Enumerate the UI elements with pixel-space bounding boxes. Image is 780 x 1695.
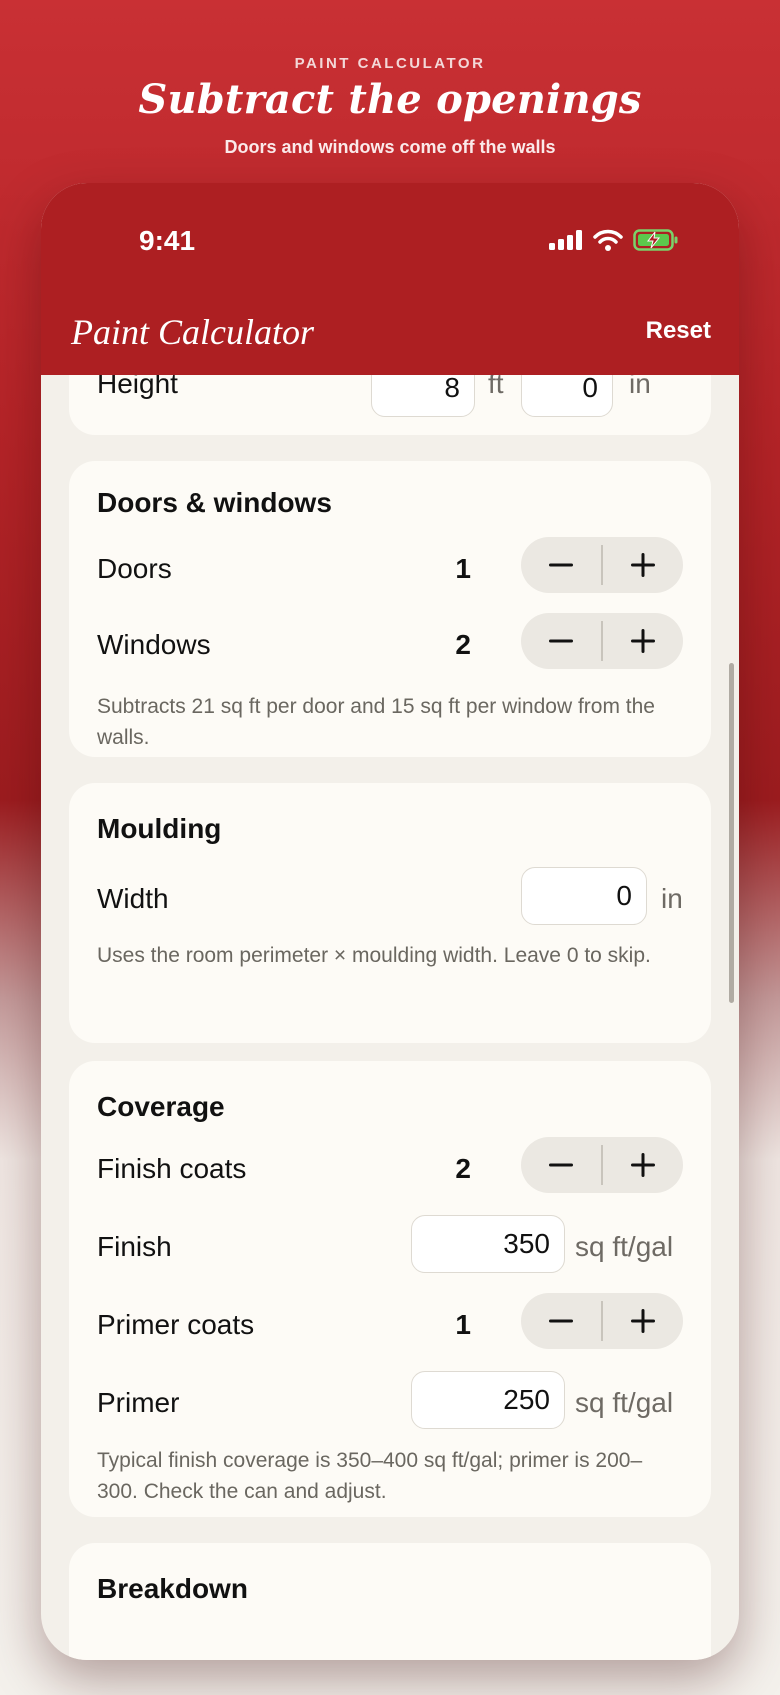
scroll-content[interactable]: Height 8 ft 0 in Doors & windows Doors 1… bbox=[41, 375, 739, 1660]
primer-unit: sq ft/gal bbox=[575, 1387, 674, 1418]
finish-coats-count: 2 bbox=[455, 1153, 471, 1184]
battery-charging-icon bbox=[633, 229, 678, 251]
app-title: Paint Calculator bbox=[71, 312, 314, 352]
scrollbar[interactable] bbox=[729, 663, 734, 1003]
app-bar: 9:41 Paint Calculator Reset bbox=[41, 183, 739, 375]
primer-label: Primer bbox=[97, 1387, 180, 1418]
wifi-icon bbox=[593, 229, 623, 251]
coverage-card: Coverage Finish coats 2 Finish 350 sq ft… bbox=[69, 1061, 711, 1517]
primer-coats-increment-button[interactable] bbox=[603, 1293, 683, 1349]
status-time: 9:41 bbox=[139, 225, 196, 256]
feet-unit: ft bbox=[488, 375, 504, 399]
moulding-note: Uses the room perimeter × moulding width… bbox=[97, 944, 651, 967]
doors-windows-note: Subtracts 21 sq ft per door and 15 sq ft… bbox=[97, 695, 655, 749]
moulding-width-field[interactable]: 0 bbox=[521, 867, 647, 925]
moulding-width-label: Width bbox=[97, 883, 169, 914]
doors-windows-card: Doors & windows Doors 1 Windows 2 Subtra… bbox=[69, 461, 711, 757]
plus-icon bbox=[630, 1153, 655, 1177]
minus-icon bbox=[549, 639, 574, 643]
breakdown-card: Breakdown bbox=[69, 1543, 711, 1660]
coverage-title: Coverage bbox=[97, 1091, 225, 1122]
doors-increment-button[interactable] bbox=[603, 537, 683, 593]
inches-unit: in bbox=[629, 375, 651, 399]
minus-icon bbox=[549, 563, 574, 567]
minus-icon bbox=[549, 1319, 574, 1323]
cellular-signal-icon bbox=[549, 230, 582, 250]
windows-decrement-button[interactable] bbox=[521, 613, 601, 669]
primer-coats-decrement-button[interactable] bbox=[521, 1293, 601, 1349]
reset-button[interactable]: Reset bbox=[646, 317, 711, 345]
finish-coats-stepper bbox=[521, 1137, 683, 1193]
plus-icon bbox=[630, 629, 655, 653]
height-inches-field[interactable]: 0 bbox=[521, 375, 613, 417]
finish-coats-increment-button[interactable] bbox=[603, 1137, 683, 1193]
doors-label: Doors bbox=[97, 553, 172, 584]
finish-coverage-field[interactable]: 350 bbox=[411, 1215, 565, 1273]
height-label: Height bbox=[97, 375, 178, 399]
moulding-unit: in bbox=[661, 883, 683, 914]
finish-label: Finish bbox=[97, 1231, 172, 1262]
windows-stepper bbox=[521, 613, 683, 669]
promo-subtitle: Doors and windows come off the walls bbox=[224, 137, 556, 157]
finish-unit: sq ft/gal bbox=[575, 1231, 674, 1262]
moulding-title: Moulding bbox=[97, 813, 222, 844]
primer-coats-count: 1 bbox=[455, 1309, 471, 1340]
windows-count: 2 bbox=[455, 629, 471, 660]
primer-coats-stepper bbox=[521, 1293, 683, 1349]
promo-title: Subtract the openings bbox=[138, 76, 642, 123]
doors-count: 1 bbox=[455, 553, 471, 584]
windows-label: Windows bbox=[97, 629, 211, 660]
minus-icon bbox=[549, 1163, 574, 1167]
plus-icon bbox=[630, 1309, 655, 1333]
doors-decrement-button[interactable] bbox=[521, 537, 601, 593]
primer-coverage-field[interactable]: 250 bbox=[411, 1371, 565, 1429]
plus-icon bbox=[630, 553, 655, 577]
coverage-note: Typical finish coverage is 350–400 sq ft… bbox=[97, 1449, 643, 1503]
moulding-card: Moulding Width 0 in Uses the room perime… bbox=[69, 783, 711, 1043]
windows-increment-button[interactable] bbox=[603, 613, 683, 669]
primer-coats-label: Primer coats bbox=[97, 1309, 255, 1340]
doors-windows-title: Doors & windows bbox=[97, 487, 332, 518]
status-icons bbox=[549, 229, 679, 251]
doors-stepper bbox=[521, 537, 683, 593]
height-feet-field[interactable]: 8 bbox=[371, 375, 475, 417]
promo-eyebrow: PAINT CALCULATOR bbox=[294, 55, 486, 72]
phone-screen: 9:41 Paint Calculator Reset Height 8 ft … bbox=[41, 183, 739, 1660]
finish-coats-label: Finish coats bbox=[97, 1153, 247, 1184]
dimensions-card: Height 8 ft 0 in bbox=[69, 375, 711, 435]
finish-coats-decrement-button[interactable] bbox=[521, 1137, 601, 1193]
breakdown-title: Breakdown bbox=[97, 1573, 248, 1604]
